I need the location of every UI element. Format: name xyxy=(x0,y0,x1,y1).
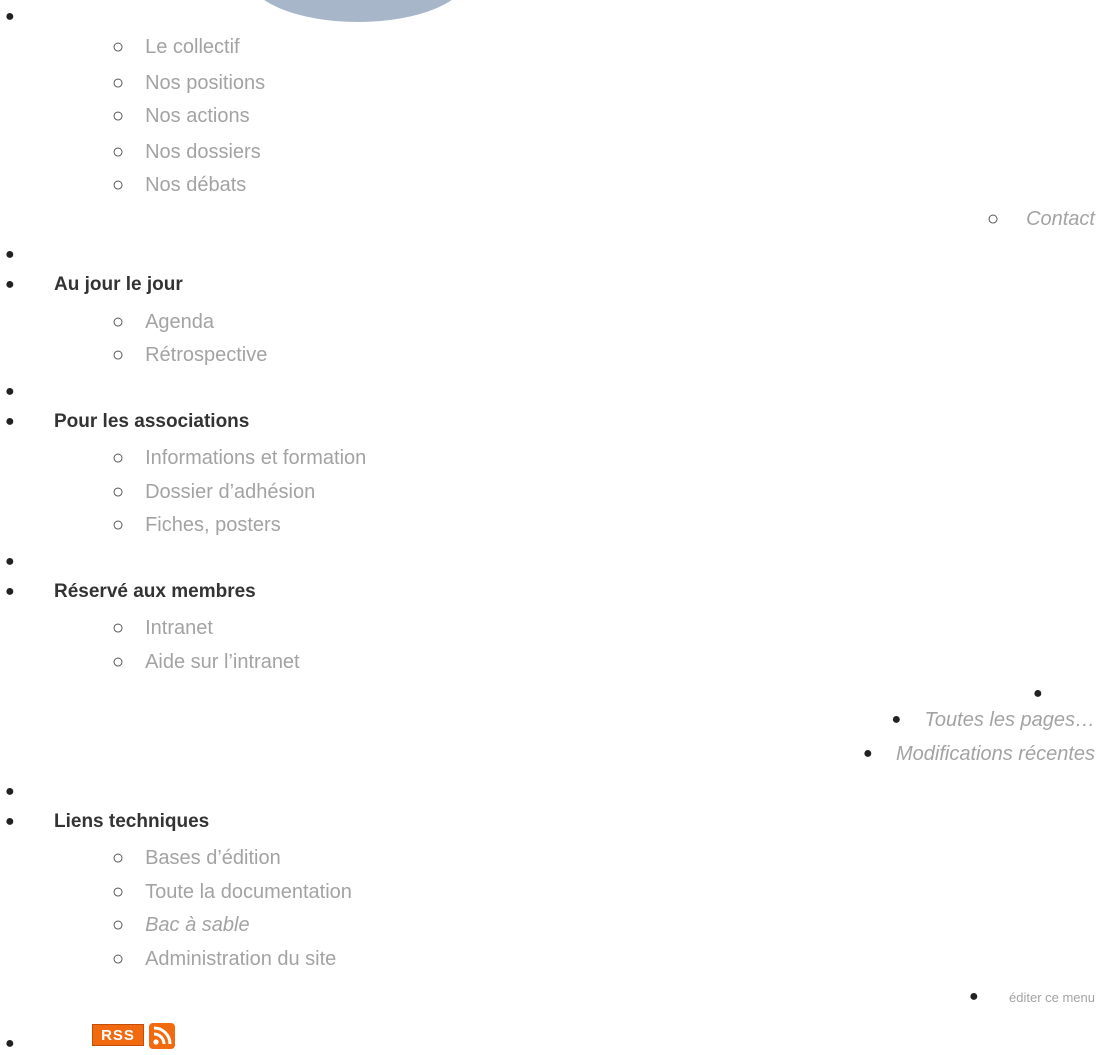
nav-link[interactable]: Nos dossiers xyxy=(145,141,261,164)
nav-item-actions[interactable]: ○ Nos actions xyxy=(112,102,250,130)
section-associations: ● Pour les associations xyxy=(5,408,249,436)
section-heading: Pour les associations xyxy=(54,411,250,432)
section-techniques: ● Liens techniques xyxy=(5,808,209,836)
list-bullet: ● xyxy=(5,246,15,263)
list-bullet: ○ xyxy=(112,514,125,536)
nav-item-contact[interactable]: ○ Contact xyxy=(987,205,1095,233)
list-bullet: ○ xyxy=(112,141,125,163)
list-bullet: ○ xyxy=(112,36,125,58)
list-bullet: ○ xyxy=(112,311,125,333)
nav-link[interactable]: Toute la documentation xyxy=(145,881,352,904)
nav-link[interactable]: Nos actions xyxy=(145,105,250,128)
nav-item-adhesion[interactable]: ○ Dossier d’adhésion xyxy=(112,478,315,506)
list-bullet: ● xyxy=(5,276,15,293)
recent-changes-link[interactable]: Modifications récentes xyxy=(896,743,1095,766)
nav-item-toutes-pages[interactable]: ● Toutes les pages… xyxy=(892,706,1095,734)
nav-item-administration[interactable]: ○ Administration du site xyxy=(112,945,336,973)
list-bullet: ○ xyxy=(112,481,125,503)
nav-item-informations[interactable]: ○ Informations et formation xyxy=(112,444,366,472)
nav-item-bac-a-sable[interactable]: ○ Bac à sable xyxy=(112,911,250,939)
nav-item-debats[interactable]: ○ Nos débats xyxy=(112,171,246,199)
list-bullet: ● xyxy=(1033,685,1043,702)
list-bullet: ○ xyxy=(112,105,125,127)
nav-link[interactable]: Bac à sable xyxy=(145,914,250,937)
edit-menu-link[interactable]: éditer ce menu xyxy=(1009,990,1095,1005)
all-pages-link[interactable]: Toutes les pages… xyxy=(925,709,1095,732)
nav-link[interactable]: Bases d’édition xyxy=(145,847,281,870)
list-bullet: ● xyxy=(5,583,15,600)
nav-item-agenda[interactable]: ○ Agenda xyxy=(112,308,214,336)
section-heading: Au jour le jour xyxy=(54,274,183,295)
nav-item-bases-edition[interactable]: ○ Bases d’édition xyxy=(112,844,281,872)
nav-link[interactable]: Fiches, posters xyxy=(145,514,281,537)
list-bullet: ○ xyxy=(112,344,125,366)
contact-link[interactable]: Contact xyxy=(1026,208,1095,231)
nav-link[interactable]: Aide sur l’intranet xyxy=(145,651,300,674)
nav-item-modifications[interactable]: ● Modifications récentes xyxy=(863,740,1095,768)
section-heading: Réservé aux membres xyxy=(54,581,256,602)
nav-link[interactable]: Agenda xyxy=(145,311,214,334)
list-bullet: ○ xyxy=(112,447,125,469)
list-bullet: ● xyxy=(5,1035,15,1052)
list-bullet: ○ xyxy=(112,617,125,639)
list-bullet: ○ xyxy=(112,914,125,936)
rss-badge[interactable]: RSS xyxy=(92,1024,144,1046)
rss-feed-icon[interactable] xyxy=(149,1023,175,1049)
nav-link[interactable]: Nos positions xyxy=(145,72,265,95)
nav-item-fiches[interactable]: ○ Fiches, posters xyxy=(112,511,281,539)
section-membres: ● Réservé aux membres xyxy=(5,578,256,606)
list-bullet: ○ xyxy=(112,72,125,94)
section-au-jour-le-jour: ● Au jour le jour xyxy=(5,271,183,299)
nav-item-aide-intranet[interactable]: ○ Aide sur l’intranet xyxy=(112,648,300,676)
nav-item-documentation[interactable]: ○ Toute la documentation xyxy=(112,878,352,906)
site-logo[interactable] xyxy=(248,0,468,22)
nav-link[interactable]: Nos débats xyxy=(145,174,246,197)
nav-item-retrospective[interactable]: ○ Rétrospective xyxy=(112,341,267,369)
nav-item-collectif[interactable]: ○ Le collectif xyxy=(112,33,240,61)
list-bullet: ● xyxy=(5,8,15,25)
section-heading: Liens techniques xyxy=(54,811,210,832)
nav-link[interactable]: Le collectif xyxy=(145,36,240,59)
list-bullet: ○ xyxy=(112,651,125,673)
rss-badge-label: RSS xyxy=(101,1026,135,1044)
nav-item-positions[interactable]: ○ Nos positions xyxy=(112,69,265,97)
list-bullet: ○ xyxy=(112,847,125,869)
list-bullet: ● xyxy=(5,413,15,430)
nav-item-editer-menu[interactable]: ● éditer ce menu xyxy=(969,983,1095,1011)
list-bullet: ○ xyxy=(986,208,1000,230)
nav-link[interactable]: Intranet xyxy=(145,617,213,640)
list-bullet: ● xyxy=(891,711,902,728)
list-bullet: ● xyxy=(5,783,15,800)
list-bullet: ● xyxy=(5,383,15,400)
nav-item-dossiers[interactable]: ○ Nos dossiers xyxy=(112,138,261,166)
list-bullet: ● xyxy=(863,745,873,762)
list-bullet: ● xyxy=(5,553,15,570)
list-bullet: ○ xyxy=(112,948,125,970)
list-bullet: ○ xyxy=(112,174,125,196)
list-bullet: ● xyxy=(969,988,979,1005)
list-bullet: ○ xyxy=(112,881,125,903)
nav-link[interactable]: Dossier d’adhésion xyxy=(145,481,315,504)
nav-link[interactable]: Informations et formation xyxy=(145,447,366,470)
list-bullet: ● xyxy=(5,813,15,830)
nav-item-intranet[interactable]: ○ Intranet xyxy=(112,614,213,642)
nav-link[interactable]: Rétrospective xyxy=(145,344,267,367)
nav-link[interactable]: Administration du site xyxy=(145,948,336,971)
